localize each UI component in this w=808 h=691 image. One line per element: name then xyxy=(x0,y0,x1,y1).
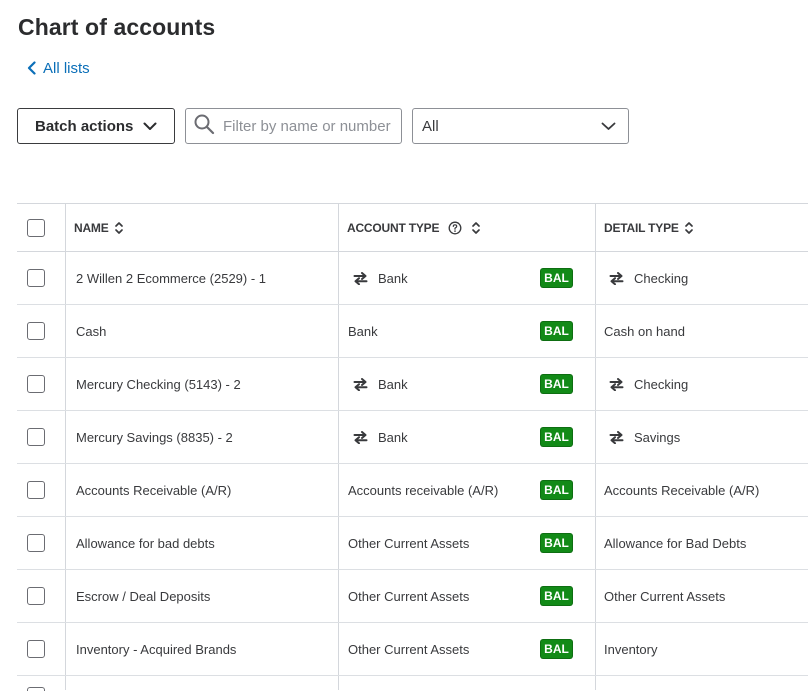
account-name[interactable]: 2 Willen 2 Ecommerce (2529) - 1 xyxy=(76,271,266,286)
balance-badge: BAL xyxy=(541,428,572,446)
detail-type-column-label: DETAIL TYPE xyxy=(604,220,679,235)
help-circle-icon[interactable] xyxy=(448,221,462,235)
account-type-value: Bank xyxy=(378,429,408,445)
balance-badge: BAL xyxy=(541,534,572,552)
all-lists-label: All lists xyxy=(43,59,90,77)
account-name[interactable]: Inventory - Acquired Brands xyxy=(76,642,236,657)
balance-badge: BAL xyxy=(541,481,572,499)
account-name[interactable]: Cash xyxy=(76,324,106,339)
detail-type-value: Checking xyxy=(634,270,689,286)
detail-type-column-header[interactable]: DETAIL TYPE xyxy=(604,221,694,235)
sync-arrows-icon xyxy=(609,430,624,444)
filter-field[interactable] xyxy=(185,108,402,144)
account-type-select[interactable]: All xyxy=(412,108,629,144)
toolbar: Batch actions All xyxy=(0,108,808,144)
sync-arrows-icon xyxy=(609,271,624,285)
name-column-header[interactable]: NAME xyxy=(74,221,124,235)
account-name[interactable]: Allowance for bad debts xyxy=(76,536,215,551)
balance-badge: BAL xyxy=(541,375,572,393)
account-type-value: Accounts receivable (A/R) xyxy=(348,482,499,498)
sync-arrows-icon xyxy=(353,430,368,444)
detail-type-value: Other Current Assets xyxy=(604,588,726,604)
account-type-select-value: All xyxy=(422,117,439,135)
account-type-column-header[interactable]: ACCOUNT TYPE xyxy=(347,221,481,235)
table-row[interactable]: Inventory - Acquired Brands Other Curren… xyxy=(17,623,808,676)
account-type-column-label: ACCOUNT TYPE xyxy=(347,220,440,235)
sort-icon xyxy=(684,221,694,235)
batch-actions-button[interactable]: Batch actions xyxy=(17,108,175,144)
balance-badge: BAL xyxy=(541,322,572,340)
table-row-partial xyxy=(17,676,808,691)
accounts-table: NAME ACCOUNT TYPE DETAIL TYPE 2 Willen 2… xyxy=(17,203,808,691)
table-body: 2 Willen 2 Ecommerce (2529) - 1 Bank BAL… xyxy=(17,252,808,676)
sync-arrows-icon xyxy=(353,377,368,391)
page-title: Chart of accounts xyxy=(18,14,216,40)
name-column-label: NAME xyxy=(74,220,109,235)
detail-type-value: Cash on hand xyxy=(604,323,685,339)
account-type-value: Bank xyxy=(378,376,408,392)
account-type-value: Bank xyxy=(348,323,378,339)
account-type-value: Other Current Assets xyxy=(348,641,470,657)
all-lists-link[interactable]: All lists xyxy=(27,58,90,78)
sort-icon xyxy=(114,221,124,235)
row-checkbox[interactable] xyxy=(27,428,45,446)
row-checkbox[interactable] xyxy=(27,322,45,340)
row-checkbox[interactable] xyxy=(27,587,45,605)
balance-badge: BAL xyxy=(541,640,572,658)
chevron-down-icon xyxy=(601,118,616,135)
search-icon xyxy=(193,113,215,140)
chevron-down-icon xyxy=(143,118,157,135)
table-row[interactable]: Cash Bank BAL Cash on hand xyxy=(17,305,808,358)
detail-type-value: Accounts Receivable (A/R) xyxy=(604,482,760,498)
filter-input[interactable] xyxy=(223,117,393,135)
batch-actions-label: Batch actions xyxy=(35,117,134,135)
detail-type-value: Inventory xyxy=(604,641,658,657)
sort-icon xyxy=(471,221,481,235)
table-row[interactable]: Allowance for bad debts Other Current As… xyxy=(17,517,808,570)
table-row[interactable]: Escrow / Deal Deposits Other Current Ass… xyxy=(17,570,808,623)
table-row[interactable]: Mercury Savings (8835) - 2 Bank BAL Savi… xyxy=(17,411,808,464)
row-checkbox[interactable] xyxy=(27,375,45,393)
row-checkbox[interactable] xyxy=(27,481,45,499)
account-type-value: Other Current Assets xyxy=(348,588,470,604)
account-type-value: Other Current Assets xyxy=(348,535,470,551)
account-name[interactable]: Mercury Savings (8835) - 2 xyxy=(76,430,233,445)
account-name[interactable]: Escrow / Deal Deposits xyxy=(76,589,210,604)
select-all-checkbox[interactable] xyxy=(27,218,45,237)
table-row[interactable]: 2 Willen 2 Ecommerce (2529) - 1 Bank BAL… xyxy=(17,252,808,305)
row-checkbox[interactable] xyxy=(27,640,45,658)
sync-arrows-icon xyxy=(353,271,368,285)
table-header: NAME ACCOUNT TYPE DETAIL TYPE xyxy=(17,203,808,252)
balance-badge: BAL xyxy=(541,587,572,605)
table-row[interactable]: Mercury Checking (5143) - 2 Bank BAL Che… xyxy=(17,358,808,411)
row-checkbox[interactable] xyxy=(27,534,45,552)
chevron-left-icon xyxy=(27,61,36,75)
account-name[interactable]: Mercury Checking (5143) - 2 xyxy=(76,377,241,392)
table-row[interactable]: Accounts Receivable (A/R) Accounts recei… xyxy=(17,464,808,517)
detail-type-value: Checking xyxy=(634,376,689,392)
row-checkbox[interactable] xyxy=(27,269,45,287)
detail-type-value: Savings xyxy=(634,429,681,445)
account-type-value: Bank xyxy=(378,270,408,286)
detail-type-value: Allowance for Bad Debts xyxy=(604,535,747,551)
sync-arrows-icon xyxy=(609,377,624,391)
balance-badge: BAL xyxy=(541,269,572,287)
row-checkbox[interactable] xyxy=(27,687,45,691)
account-name[interactable]: Accounts Receivable (A/R) xyxy=(76,483,231,498)
